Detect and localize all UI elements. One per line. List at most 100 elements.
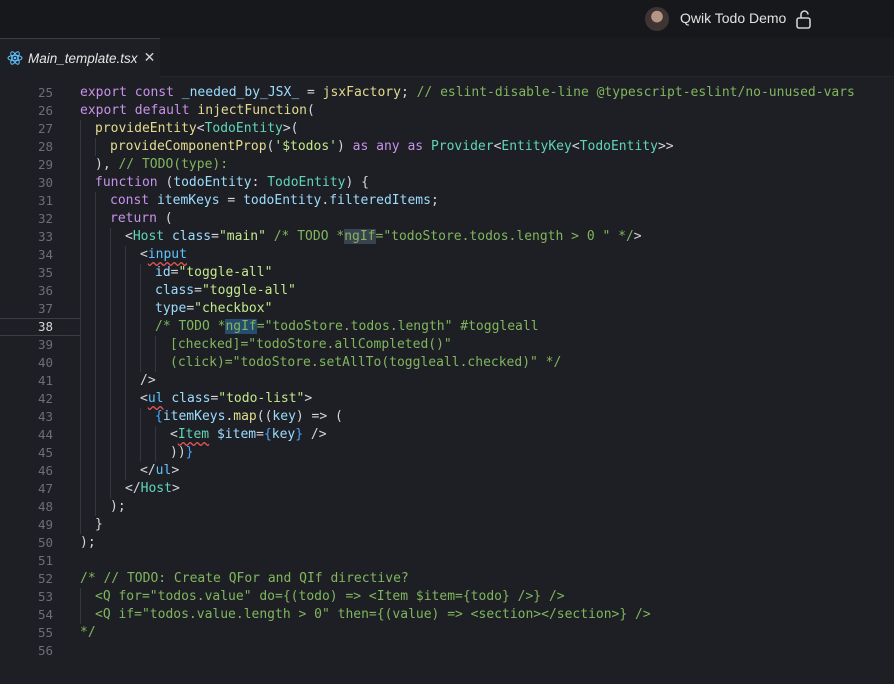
code-token: Item	[177, 427, 210, 442]
indent-guide	[80, 210, 81, 228]
code-text: /* TODO *ngIf="todoStore.todos.length" #…	[155, 318, 539, 336]
code-text: <input	[140, 246, 187, 264]
code-line[interactable]: 42 <ul class="todo-list">	[0, 390, 894, 408]
code-token: /* // TODO: Create QFor and QIf directiv…	[80, 571, 409, 586]
code-token: "toggle-all"	[178, 265, 273, 280]
code-line[interactable]: 54 <Q if="todos.value.length > 0" then={(…	[0, 606, 894, 624]
code-line[interactable]: 56	[0, 642, 894, 660]
code-token: .	[321, 193, 330, 208]
code-token: class	[171, 229, 212, 244]
code-line[interactable]: 26 export default injectFunction(	[0, 102, 894, 120]
line-number: 42	[37, 391, 53, 406]
line-number: 52	[37, 571, 53, 586]
code-token: /* TODO *	[273, 229, 345, 244]
code-line[interactable]: 41 />	[0, 372, 894, 390]
code-line[interactable]: 29), // TODO(type):	[0, 156, 894, 174]
indent-guide	[110, 462, 111, 480]
code-token: as	[407, 139, 424, 154]
line-number: 40	[37, 355, 53, 370]
code-line[interactable]: 52 /* // TODO: Create QFor and QIf direct…	[0, 570, 894, 588]
code-line[interactable]: 53 <Q for="todos.value" do={(todo) => <It…	[0, 588, 894, 606]
code-token: todoEntity	[173, 175, 252, 190]
line-number: 43	[37, 409, 53, 424]
code-line[interactable]: 27 provideEntity<TodoEntity>(	[0, 120, 894, 138]
code-line[interactable]: 38 /* TODO *ngIf="todoStore.todos.length"…	[0, 318, 894, 336]
indent-guide	[110, 426, 111, 444]
close-icon[interactable]: ✕	[144, 50, 156, 66]
code-token: "checkbox"	[194, 301, 273, 316]
line-number: 54	[37, 607, 53, 622]
code-text: function (todoEntity: TodoEntity) {	[95, 174, 369, 192]
code-line[interactable]: 31 const itemKeys = todoEntity.filteredIt…	[0, 192, 894, 210]
code-token: input	[147, 247, 187, 262]
indent-guide	[125, 336, 126, 354]
code-token: </	[140, 463, 156, 478]
code-token: );	[80, 535, 96, 550]
code-line[interactable]: 32 return (	[0, 210, 894, 228]
code-line[interactable]: 37 type="checkbox"	[0, 300, 894, 318]
code-line[interactable]: 49}	[0, 516, 894, 534]
code-token: ul	[155, 463, 172, 478]
code-token: :	[251, 175, 268, 190]
code-text: /* // TODO: Create QFor and QIf directiv…	[80, 570, 409, 588]
code-token: TodoEntity	[267, 175, 346, 190]
indent-guide	[125, 390, 126, 408]
indent-guide	[80, 588, 81, 606]
code-token: Host	[140, 481, 172, 496]
indent-guide	[80, 156, 81, 174]
code-token: </	[125, 481, 141, 496]
indent-guide	[140, 444, 141, 462]
avatar[interactable]	[645, 7, 669, 31]
code-line[interactable]: 33 <Host class="main" /* TODO *ngIf="todo…	[0, 228, 894, 246]
indent-guide	[80, 426, 81, 444]
line-number: 45	[37, 445, 53, 460]
tab-main-template[interactable]: Main_template.tsx ✕	[0, 38, 160, 77]
indent-guide	[80, 480, 81, 498]
code-line[interactable]: 36 class="toggle-all"	[0, 282, 894, 300]
indent-guide	[80, 120, 81, 138]
line-number: 36	[37, 283, 53, 298]
code-line[interactable]: 30 function (todoEntity: TodoEntity) {	[0, 174, 894, 192]
code-token: >	[633, 229, 642, 244]
code-line[interactable]: 34 <input	[0, 246, 894, 264]
lock-open-icon[interactable]	[793, 8, 815, 30]
code-token: ((	[256, 409, 273, 424]
line-number: 37	[37, 301, 53, 316]
line-number: 28	[37, 139, 53, 154]
code-token: filteredItems	[329, 193, 431, 208]
code-token: $item	[216, 427, 257, 442]
line-number: 46	[37, 463, 53, 478]
code-line[interactable]: 44 <Item $item={key} />	[0, 426, 894, 444]
code-line[interactable]: 47 </Host>	[0, 480, 894, 498]
code-token: (	[307, 103, 315, 118]
code-line[interactable]: 25 export const _needed_by_JSX_ = jsxFact…	[0, 84, 894, 102]
code-token: Host	[132, 229, 165, 244]
code-editor[interactable]: 25 export const _needed_by_JSX_ = jsxFact…	[0, 84, 894, 684]
code-line[interactable]: 39 [checked]="todoStore.allCompleted()"	[0, 336, 894, 354]
line-number: 31	[37, 193, 53, 208]
code-line[interactable]: 48);	[0, 498, 894, 516]
code-line[interactable]: 28 provideComponentProp('$todos') as any …	[0, 138, 894, 156]
code-line[interactable]: 43 {itemKeys.map((key) => (	[0, 408, 894, 426]
code-text: id="toggle-all"	[155, 264, 272, 282]
indent-guide	[140, 354, 141, 372]
line-number: 33	[37, 229, 53, 244]
code-text: class="toggle-all"	[155, 282, 296, 300]
indent-guide	[95, 318, 96, 336]
indent-guide	[95, 264, 96, 282]
code-line[interactable]: 55 */	[0, 624, 894, 642]
code-text: [checked]="todoStore.allCompleted()"	[170, 336, 452, 354]
code-line[interactable]: 46 </ul>	[0, 462, 894, 480]
title-bar: Qwik Todo Demo	[0, 0, 894, 38]
code-text: <Host class="main" /* TODO *ngIf="todoSt…	[125, 228, 642, 246]
code-token: key	[271, 427, 296, 442]
indent-guide	[95, 138, 96, 156]
code-line[interactable]: 45))}	[0, 444, 894, 462]
code-line[interactable]: 40 (click)="todoStore.setAllTo(toggleall.…	[0, 354, 894, 372]
code-token: TodoEntity	[579, 139, 658, 154]
code-line[interactable]: 50);	[0, 534, 894, 552]
code-line[interactable]: 35 id="toggle-all"	[0, 264, 894, 282]
code-line[interactable]: 51	[0, 552, 894, 570]
